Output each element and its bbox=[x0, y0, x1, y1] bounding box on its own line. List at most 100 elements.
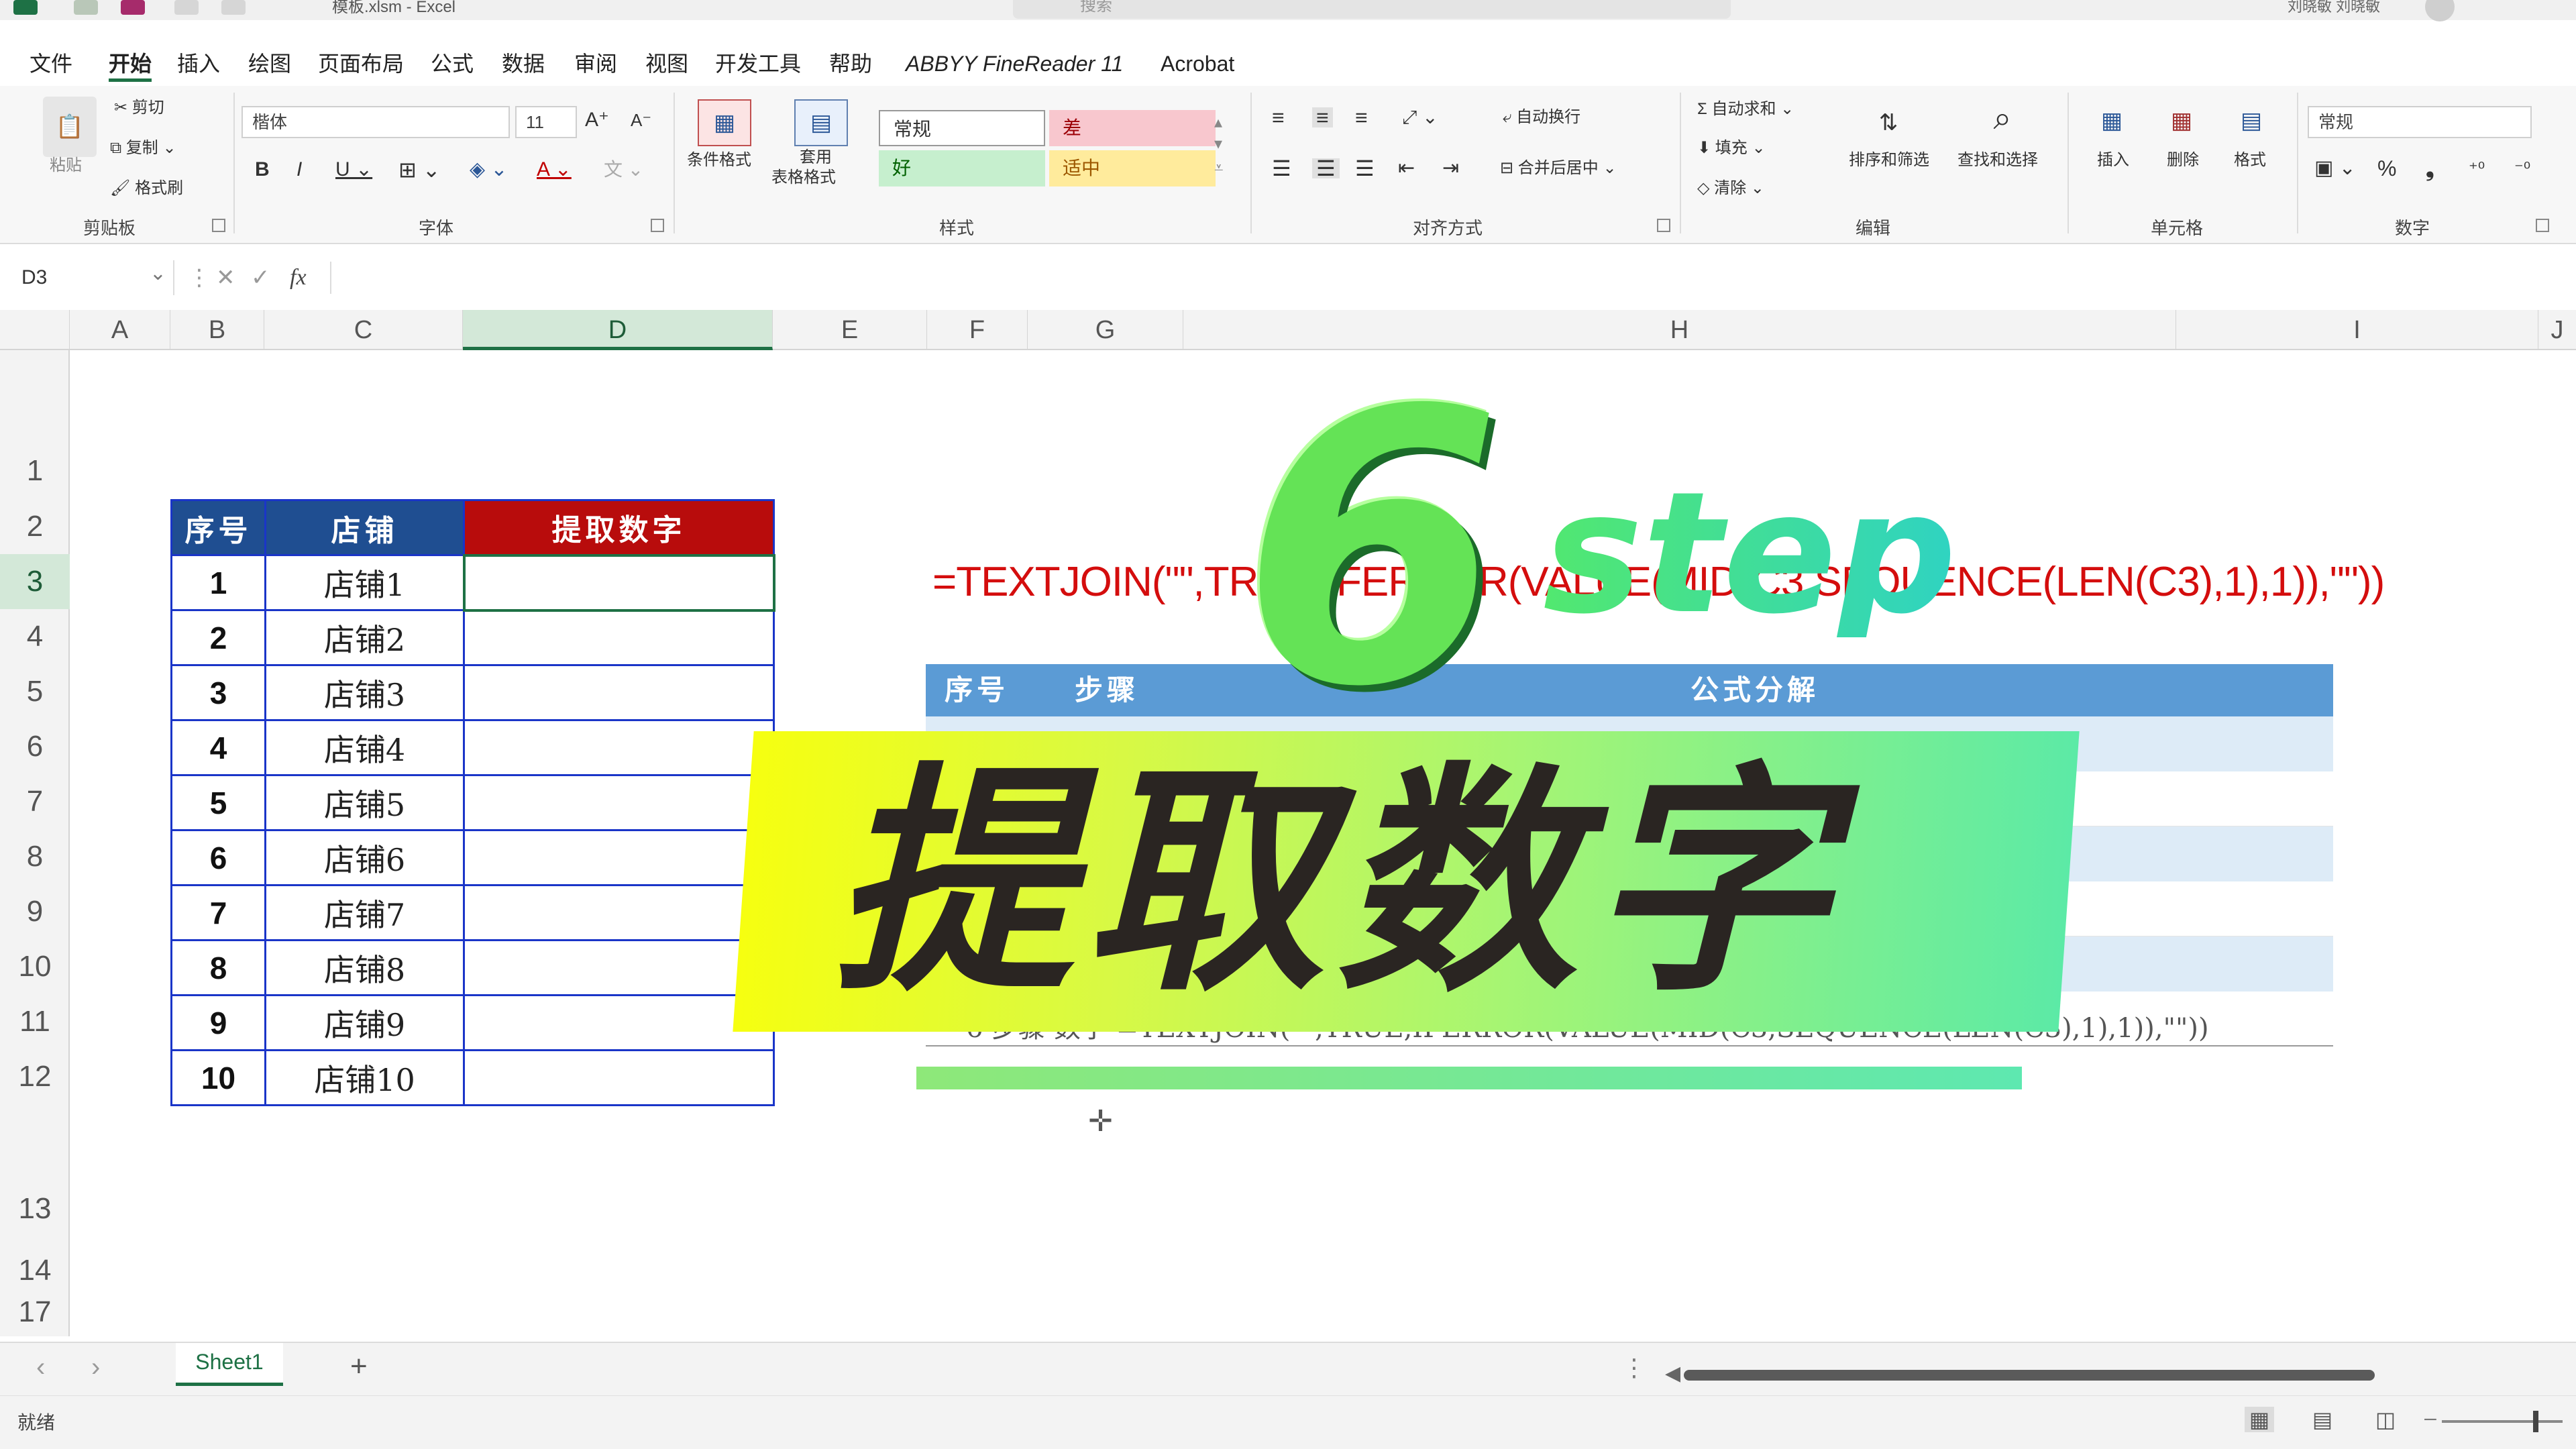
scroll-left-icon[interactable]: ◀ bbox=[1665, 1362, 1680, 1385]
row-header[interactable]: 1 bbox=[0, 451, 70, 491]
formula-input[interactable] bbox=[330, 262, 2557, 294]
insert-cells-icon[interactable]: ▦ bbox=[2086, 99, 2137, 142]
page-break-view-icon[interactable]: ◫ bbox=[2371, 1407, 2400, 1432]
cell-index[interactable]: 2 bbox=[170, 609, 266, 666]
align-bottom-icon[interactable]: ≡ bbox=[1355, 107, 1368, 128]
styles-scroll-down-icon[interactable]: ▾ bbox=[1214, 134, 1222, 154]
cell-index[interactable]: 1 bbox=[170, 554, 266, 611]
name-box[interactable]: D3 bbox=[16, 256, 174, 295]
steps-header-breakdown[interactable]: 公式分解 bbox=[1690, 664, 1819, 716]
orientation-icon[interactable]: ⤢ ⌄ bbox=[1402, 107, 1438, 127]
save-icon[interactable] bbox=[121, 0, 145, 15]
autosave-icon[interactable] bbox=[74, 0, 98, 15]
bold-icon[interactable]: B bbox=[255, 160, 270, 180]
column-header-b[interactable]: B bbox=[170, 310, 264, 350]
number-format-select[interactable]: 常规 bbox=[2308, 106, 2532, 138]
tab-abbyy[interactable]: ABBYY FineReader 11 bbox=[906, 47, 1123, 80]
cell-extract[interactable] bbox=[463, 609, 775, 666]
cell-extract[interactable] bbox=[463, 884, 775, 941]
steps-header-index[interactable]: 序号 bbox=[945, 664, 1009, 716]
style-bad[interactable]: 差 bbox=[1049, 110, 1216, 146]
conditional-format-label[interactable]: 条件格式 bbox=[687, 150, 751, 170]
table-format-icon[interactable]: ▤ bbox=[794, 99, 848, 146]
tab-page-layout[interactable]: 页面布局 bbox=[318, 47, 404, 80]
row-header[interactable]: 14 bbox=[0, 1250, 70, 1291]
row-header[interactable]: 11 bbox=[0, 994, 70, 1049]
row-header[interactable]: 12 bbox=[0, 1049, 70, 1104]
cell-store[interactable]: 店铺8 bbox=[264, 939, 465, 996]
number-launcher-icon[interactable] bbox=[2536, 219, 2549, 232]
cell-extract[interactable] bbox=[463, 719, 775, 776]
cell-store[interactable]: 店铺4 bbox=[264, 719, 465, 776]
tab-formulas[interactable]: 公式 bbox=[431, 47, 474, 80]
align-left-icon[interactable]: ☰ bbox=[1272, 158, 1291, 179]
header-store[interactable]: 店铺 bbox=[264, 499, 465, 556]
table-format-label-2[interactable]: 表格格式 bbox=[771, 168, 836, 188]
font-size-select[interactable]: 11 bbox=[515, 106, 577, 138]
zoom-slider-thumb[interactable] bbox=[2533, 1411, 2538, 1432]
header-index[interactable]: 序号 bbox=[170, 499, 266, 556]
column-header-g[interactable]: G bbox=[1028, 310, 1183, 350]
style-good[interactable]: 好 bbox=[879, 150, 1045, 186]
cut-button[interactable]: ✂ 剪切 bbox=[114, 98, 164, 118]
merge-center-button[interactable]: ⊟ 合并后居中 ⌄ bbox=[1500, 158, 1617, 178]
cell-store[interactable]: 店铺9 bbox=[264, 994, 465, 1051]
align-middle-icon[interactable]: ≡ bbox=[1312, 107, 1333, 128]
styles-more-icon[interactable]: ⩡ bbox=[1214, 158, 1224, 178]
cell-store[interactable]: 店铺10 bbox=[264, 1049, 465, 1106]
cell-extract[interactable] bbox=[463, 939, 775, 996]
add-sheet-button[interactable]: + bbox=[350, 1350, 368, 1383]
column-header-a[interactable]: A bbox=[70, 310, 170, 350]
tab-help[interactable]: 帮助 bbox=[829, 47, 872, 80]
enter-icon[interactable]: ✓ bbox=[251, 262, 270, 294]
column-header-c[interactable]: C bbox=[264, 310, 463, 350]
align-top-icon[interactable]: ≡ bbox=[1272, 107, 1285, 128]
cell-store[interactable]: 店铺3 bbox=[264, 664, 465, 721]
format-painter-button[interactable]: 🖌 格式刷 bbox=[110, 178, 183, 199]
cancel-icon[interactable]: ✕ bbox=[216, 262, 235, 294]
find-select-icon[interactable]: ⌕ bbox=[1979, 95, 2026, 142]
borders-icon[interactable]: ⊞ ⌄ bbox=[398, 159, 441, 180]
tab-data[interactable]: 数据 bbox=[502, 47, 545, 80]
tab-file[interactable]: 文件 bbox=[30, 47, 72, 80]
insert-cells-label[interactable]: 插入 bbox=[2097, 150, 2129, 170]
column-header-d[interactable]: D bbox=[463, 310, 773, 350]
clear-button[interactable]: ◇ 清除 ⌄ bbox=[1697, 178, 1764, 199]
row-header[interactable]: 7 bbox=[0, 774, 70, 829]
tab-acrobat[interactable]: Acrobat bbox=[1161, 47, 1234, 80]
wrap-text-button[interactable]: ⤶ 自动换行 bbox=[1503, 107, 1580, 127]
cell-extract[interactable] bbox=[463, 829, 775, 886]
user-name[interactable]: 刘晓敏 刘晓敏 bbox=[2288, 0, 2380, 14]
align-center-icon[interactable]: ☰ bbox=[1312, 158, 1340, 179]
cell-extract[interactable] bbox=[463, 664, 775, 721]
autosum-button[interactable]: Σ 自动求和 ⌄ bbox=[1697, 99, 1794, 119]
tab-review[interactable]: 审阅 bbox=[574, 47, 617, 80]
row-header[interactable]: 9 bbox=[0, 884, 70, 939]
cell-extract[interactable] bbox=[463, 994, 775, 1051]
prev-sheet-icon[interactable]: ‹ bbox=[36, 1352, 45, 1383]
styles-scroll-up-icon[interactable]: ▴ bbox=[1214, 113, 1222, 133]
cell-index[interactable]: 10 bbox=[170, 1049, 266, 1106]
percent-icon[interactable]: % bbox=[2377, 158, 2396, 179]
delete-cells-label[interactable]: 删除 bbox=[2167, 150, 2199, 170]
column-header-j[interactable]: J bbox=[2538, 310, 2576, 350]
sort-filter-icon[interactable]: ⇅ bbox=[1865, 99, 1912, 146]
format-cells-label[interactable]: 格式 bbox=[2234, 150, 2266, 170]
font-color-icon[interactable]: A ⌄ bbox=[537, 160, 572, 180]
avatar[interactable] bbox=[2425, 0, 2455, 21]
row-header[interactable]: 10 bbox=[0, 939, 70, 994]
fill-color-icon[interactable]: ◈ ⌄ bbox=[470, 160, 508, 180]
increase-font-icon[interactable]: A⁺ bbox=[585, 110, 609, 130]
format-cells-icon[interactable]: ▤ bbox=[2226, 99, 2277, 142]
cell-extract[interactable] bbox=[463, 1049, 775, 1106]
tab-home[interactable]: 开始 bbox=[109, 47, 152, 82]
font-launcher-icon[interactable] bbox=[651, 219, 664, 232]
redo-icon[interactable] bbox=[221, 0, 246, 15]
delete-cells-icon[interactable]: ▦ bbox=[2156, 99, 2207, 142]
phonetic-icon[interactable]: 文 ⌄ bbox=[604, 160, 643, 180]
align-right-icon[interactable]: ☰ bbox=[1355, 158, 1375, 179]
steps-header-step[interactable]: 步骤 bbox=[1075, 664, 1139, 716]
row-header[interactable]: 17 bbox=[0, 1292, 70, 1332]
column-header-i[interactable]: I bbox=[2176, 310, 2538, 350]
cell-index[interactable]: 6 bbox=[170, 829, 266, 886]
